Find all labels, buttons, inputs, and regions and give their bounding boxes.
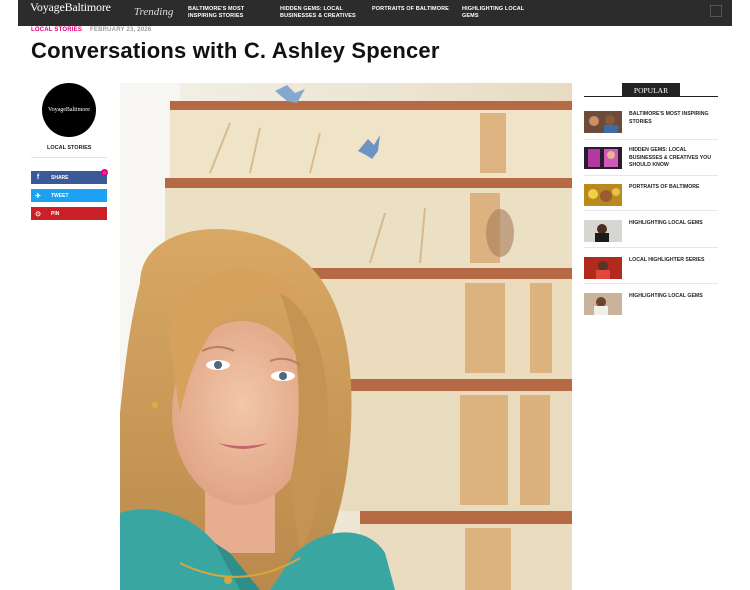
- divider: [584, 283, 718, 284]
- popular-thumbnail[interactable]: [584, 111, 622, 133]
- divider: [584, 139, 718, 140]
- article-hero-image: [120, 83, 572, 590]
- pinterest-share-button[interactable]: ⊙ PIN: [31, 207, 107, 220]
- publish-date: FEBRUARY 23, 2026: [90, 27, 152, 33]
- popular-thumbnail[interactable]: [584, 293, 622, 315]
- popular-thumbnail[interactable]: [584, 220, 622, 242]
- twitter-share-button[interactable]: ✈ TWEET: [31, 189, 107, 202]
- popular-thumbnail[interactable]: [584, 257, 622, 279]
- sidebar-category-label[interactable]: LOCAL STORIES: [47, 145, 91, 151]
- divider: [584, 247, 718, 248]
- popular-item-title[interactable]: HIGHLIGHTING LOCAL GEMS: [629, 293, 721, 301]
- popular-item-title[interactable]: HIGHLIGHTING LOCAL GEMS: [629, 220, 721, 228]
- trending-label: Trending: [134, 6, 174, 18]
- divider: [584, 210, 718, 211]
- nav-item-highlighting-gems[interactable]: HIGHLIGHTING LOCAL GEMS: [462, 6, 532, 20]
- portrait-photo-illustration: [120, 83, 572, 590]
- author-avatar[interactable]: VoyageBaltimore: [42, 83, 96, 137]
- facebook-icon: f: [36, 174, 40, 181]
- share-count-badge: 0: [101, 169, 108, 176]
- divider: [31, 157, 107, 158]
- pin-label: PIN: [51, 210, 60, 217]
- site-logo[interactable]: VoyageBaltimore: [30, 0, 111, 15]
- top-navigation-bar: VoyageBaltimore Trending BALTIMORE'S MOS…: [18, 0, 732, 26]
- category-link[interactable]: LOCAL STORIES: [31, 27, 82, 33]
- popular-thumbnail[interactable]: [584, 184, 622, 206]
- nav-item-portraits[interactable]: PORTRAITS OF BALTIMORE: [372, 6, 462, 13]
- nav-item-hidden-gems[interactable]: HIDDEN GEMS: LOCAL BUSINESSES & CREATIVE…: [280, 6, 370, 20]
- popular-item-title[interactable]: BALTIMORE'S MOST INSPIRING STORIES: [629, 111, 721, 126]
- twitter-icon: ✈: [35, 192, 41, 200]
- divider: [584, 175, 718, 176]
- share-label: SHARE: [51, 174, 69, 181]
- popular-item-title[interactable]: LOCAL HIGHLIGHTER SERIES: [629, 257, 721, 265]
- article-title: Conversations with C. Ashley Spencer: [31, 38, 440, 63]
- facebook-share-button[interactable]: f SHARE: [31, 171, 107, 184]
- avatar-text: VoyageBaltimore: [48, 107, 90, 113]
- popular-item-title[interactable]: HIDDEN GEMS: LOCAL BUSINESSES & CREATIVE…: [629, 147, 721, 170]
- popular-item-title[interactable]: PORTRAITS OF BALTIMORE: [629, 184, 721, 192]
- popular-heading: POPULAR: [622, 83, 680, 97]
- menu-box-icon[interactable]: [710, 5, 722, 17]
- popular-thumbnail[interactable]: [584, 147, 622, 169]
- pinterest-icon: ⊙: [35, 210, 41, 218]
- tweet-label: TWEET: [51, 192, 69, 199]
- nav-item-inspiring-stories[interactable]: BALTIMORE'S MOST INSPIRING STORIES: [188, 6, 268, 20]
